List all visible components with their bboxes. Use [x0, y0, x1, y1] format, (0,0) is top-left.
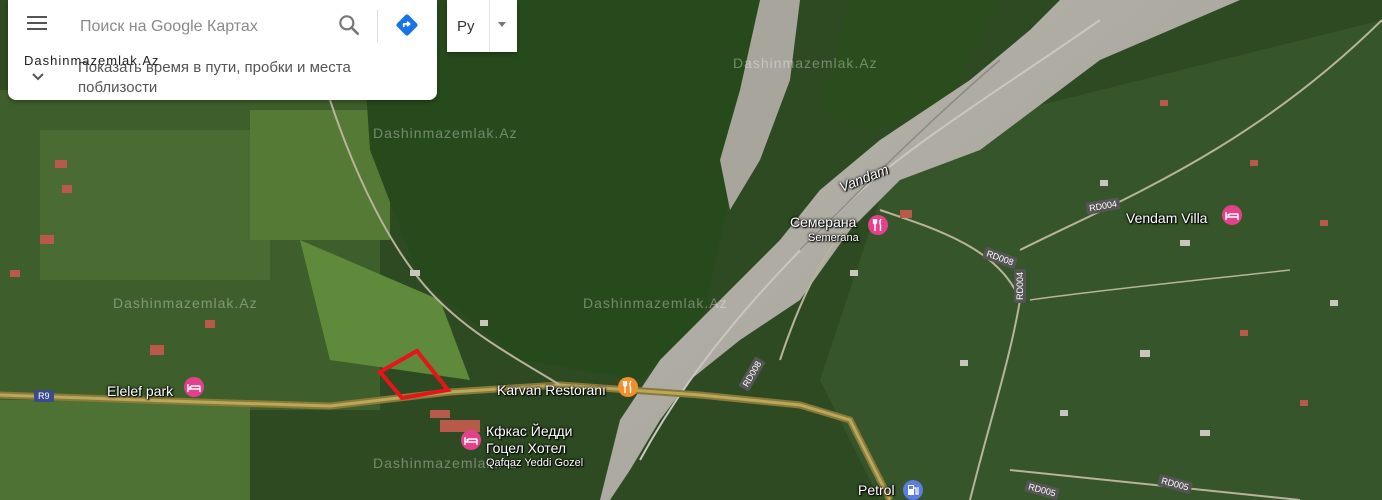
semerana-poi[interactable] [868, 215, 888, 235]
search-bar [8, 0, 437, 52]
fuel-icon [908, 485, 919, 495]
petrol-poi[interactable] [903, 480, 923, 500]
vendam-villa-label[interactable]: Vendam Villa [1126, 210, 1207, 226]
restaurant-icon [622, 380, 632, 393]
road-tag-r9: R9 [34, 390, 54, 402]
restaurant-icon [872, 218, 882, 231]
layer-selector-divider [489, 0, 490, 52]
layer-selector-label: Ру [457, 18, 475, 35]
dropdown-arrow-icon [498, 22, 506, 27]
karvan-restorani-poi[interactable] [618, 377, 638, 397]
directions-icon[interactable] [394, 12, 420, 38]
semerana-label-ru[interactable]: Семерана [790, 214, 856, 230]
travel-time-hint-text: Показать время в пути, пробки и места по… [78, 59, 351, 96]
layer-selector-button[interactable]: Ру [447, 0, 517, 52]
hotel-label-en: Qafqaz Yeddi Gozel [486, 457, 584, 469]
elelef-park-label[interactable]: Elelef park [107, 383, 173, 399]
travel-time-hint[interactable]: Показать время в пути, пробки и места по… [8, 52, 437, 100]
hotel-bed-icon [1225, 212, 1239, 220]
road-tag-rd004: RD004 [1014, 268, 1027, 304]
vendam-villa-poi[interactable] [1222, 205, 1242, 225]
hotel-label-line2[interactable]: Гоцел Хотел [486, 440, 566, 456]
semerana-label-en: Semerana [808, 232, 859, 244]
hotel-bed-icon [187, 384, 201, 392]
hotel-poi[interactable] [461, 430, 481, 450]
hotel-label-line1[interactable]: Кфкас Йедди [486, 423, 572, 439]
hamburger-menu-icon[interactable] [22, 12, 52, 40]
chevron-down-icon [32, 73, 44, 81]
hotel-bed-icon [464, 437, 478, 445]
search-input[interactable] [78, 13, 332, 41]
search-card: Показать время в пути, пробки и места по… [8, 0, 437, 100]
search-divider [377, 10, 378, 42]
karvan-restorani-label[interactable]: Karvan Restoranı [497, 382, 606, 398]
search-icon[interactable] [336, 12, 362, 38]
elelef-park-poi[interactable] [184, 377, 204, 397]
petrol-label[interactable]: Petrol [858, 482, 895, 498]
